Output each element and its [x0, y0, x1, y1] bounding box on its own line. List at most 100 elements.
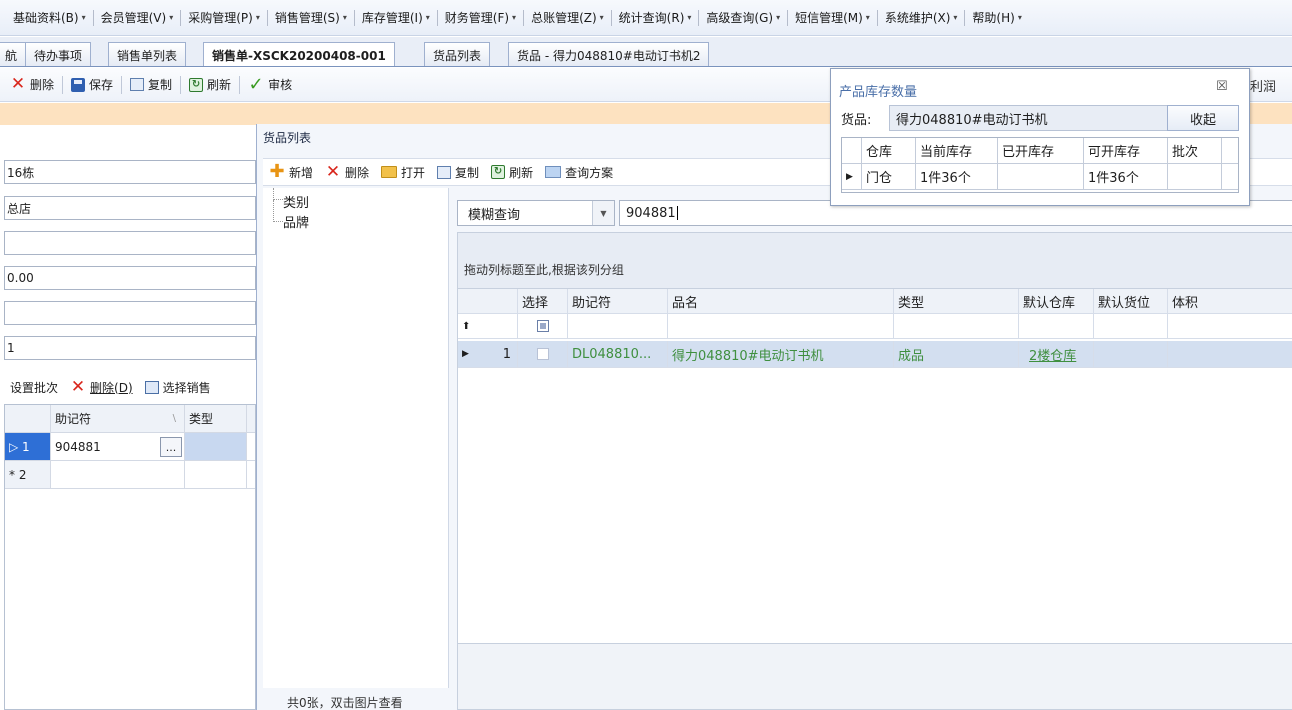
field-building[interactable]: 16栋 [4, 160, 256, 184]
field-store[interactable]: 总店 [4, 196, 256, 220]
filter-name[interactable] [668, 314, 894, 338]
refresh-icon: ↻ [189, 77, 204, 92]
select-sale-button[interactable]: 选择销售 [139, 375, 217, 399]
code-cell[interactable]: DL048810... [568, 341, 668, 367]
table-row[interactable]: * 2 [5, 461, 255, 489]
menu-inventory[interactable]: 库存管理(I) ▾ [357, 9, 435, 26]
checkbox[interactable] [536, 320, 549, 332]
button-label: 保存 [89, 78, 114, 92]
goods-refresh-button[interactable]: ↻ 刷新 [485, 160, 539, 184]
warehouse-cell: 门仓 [862, 164, 916, 189]
column-header-type[interactable]: 类型 [185, 405, 247, 432]
menu-ledger[interactable]: 总账管理(Z) ▾ [526, 9, 609, 26]
chevron-down-icon: ▾ [81, 13, 86, 22]
tree-item-category[interactable]: 类别 [283, 192, 309, 211]
chevron-down-icon[interactable]: ▼ [592, 201, 614, 225]
column-header-select[interactable]: 选择 [518, 289, 568, 313]
menu-advanced-query[interactable]: 高级查询(G) ▾ [701, 9, 785, 26]
query-plan-button[interactable]: 查询方案 [539, 160, 619, 184]
select-checkbox-cell[interactable] [518, 341, 568, 367]
menu-sales[interactable]: 销售管理(S) ▾ [270, 9, 352, 26]
row-indicator: * 2 [5, 461, 51, 488]
filter-location[interactable] [1094, 314, 1168, 338]
tab-navigation[interactable]: 航 [0, 42, 27, 66]
audit-button[interactable]: ✓ 审核 [242, 73, 298, 97]
tab-goods-detail[interactable]: 货品 - 得力048810#电动订书机2 [508, 42, 710, 66]
collapse-button[interactable]: 收起 [1167, 105, 1239, 131]
cell-value: 904881 [55, 439, 101, 454]
goods-copy-button[interactable]: 复制 [431, 160, 485, 184]
menu-basic-data[interactable]: 基础资料(B) ▾ [8, 9, 91, 26]
tab-todo[interactable]: 待办事项 [25, 42, 92, 66]
code-cell[interactable] [51, 461, 185, 488]
select-icon [144, 380, 159, 394]
goods-grid: 拖动列标题至此,根据该列分组 选择 助记符 品名 类型 默认仓库 默认货位 体积… [457, 232, 1292, 710]
type-cell[interactable]: 成品 [894, 341, 1019, 367]
menu-statistics[interactable]: 统计查询(R) ▾ [614, 9, 697, 26]
type-cell[interactable] [185, 433, 247, 460]
filter-warehouse[interactable] [1019, 314, 1094, 338]
checkbox[interactable] [536, 348, 549, 360]
tab-label: 销售单列表 [117, 48, 178, 63]
search-mode-select[interactable]: 模糊查询 ▼ [457, 200, 615, 226]
table-row[interactable]: ▶ 1 DL048810... 得力048810#电动订书机 成品 2楼仓库 [458, 341, 1292, 368]
column-header-code[interactable]: 助记符 [568, 289, 668, 313]
field-amount[interactable]: 0.00 [4, 266, 256, 290]
menu-member[interactable]: 会员管理(V) ▾ [96, 9, 179, 26]
field-quantity[interactable]: 1 [4, 336, 256, 360]
warehouse-link[interactable]: 2楼仓库 [1019, 341, 1094, 367]
menu-label: 销售管理(S) [274, 11, 340, 25]
filter-code[interactable] [568, 314, 668, 338]
refresh-button[interactable]: ↻ 刷新 [183, 73, 237, 97]
field-empty-2[interactable] [4, 301, 256, 325]
table-row[interactable]: ▷ 1 904881... [5, 433, 255, 461]
delete-button[interactable]: ✕ 删除 [4, 73, 60, 97]
menu-system[interactable]: 系统维护(X) ▾ [880, 9, 963, 26]
column-header-volume[interactable]: 体积 [1168, 289, 1292, 313]
select-all-checkbox-cell[interactable] [518, 314, 568, 338]
group-panel[interactable]: 拖动列标题至此,根据该列分组 [458, 233, 1292, 289]
close-icon[interactable]: ☒ [1216, 79, 1228, 94]
name-cell[interactable]: 得力048810#电动订书机 [668, 341, 894, 367]
profit-button[interactable]: 利润 [1250, 76, 1276, 95]
set-batch-button[interactable]: 设置批次 [4, 375, 64, 399]
column-header-location[interactable]: 默认货位 [1094, 289, 1168, 313]
ellipsis-button[interactable]: ... [160, 437, 182, 457]
column-header-warehouse[interactable]: 默认仓库 [1019, 289, 1094, 313]
column-header-code[interactable]: 助记符 \ [51, 405, 185, 432]
menu-help[interactable]: 帮助(H) ▾ [967, 9, 1026, 26]
field-empty-1[interactable] [4, 231, 256, 255]
tree-item-brand[interactable]: 品牌 [283, 212, 309, 231]
folder-icon [381, 166, 398, 178]
copy-button[interactable]: 复制 [124, 73, 178, 97]
column-header-batch[interactable]: 批次 [1168, 138, 1222, 163]
column-header-warehouse[interactable]: 仓库 [862, 138, 916, 163]
batch-delete-button[interactable]: ✕ 删除(D) [64, 375, 139, 399]
table-row[interactable]: ▶ 门仓 1件36个 1件36个 [842, 164, 1238, 190]
column-header-available[interactable]: 可开库存 [1084, 138, 1168, 163]
volume-cell[interactable] [1168, 341, 1292, 367]
add-button[interactable]: ✚ 新增 [263, 160, 319, 184]
x-icon: ✕ [325, 161, 341, 182]
column-header-name[interactable]: 品名 [668, 289, 894, 313]
tab-goods-list[interactable]: 货品列表 [424, 42, 491, 66]
type-cell[interactable] [185, 461, 247, 488]
column-header-type[interactable]: 类型 [894, 289, 1019, 313]
open-button[interactable]: 打开 [375, 160, 431, 184]
column-header-current[interactable]: 当前库存 [916, 138, 998, 163]
location-cell[interactable] [1094, 341, 1168, 367]
tab-sales-order-list[interactable]: 销售单列表 [108, 42, 187, 66]
menu-label: 基础资料(B) [13, 11, 79, 25]
toolbar-separator [62, 75, 64, 94]
save-button[interactable]: 保存 [65, 73, 119, 97]
menu-separator [787, 9, 789, 26]
tab-sales-order[interactable]: 销售单-XSCK20200408-001 [203, 42, 395, 66]
column-header-opened[interactable]: 已开库存 [998, 138, 1084, 163]
goods-delete-button[interactable]: ✕ 删除 [319, 160, 375, 184]
menu-finance[interactable]: 财务管理(F) ▾ [440, 9, 521, 26]
menu-purchase[interactable]: 采购管理(P) ▾ [183, 9, 265, 26]
filter-volume[interactable] [1168, 314, 1292, 338]
menu-sms[interactable]: 短信管理(M) ▾ [790, 9, 875, 26]
code-cell[interactable]: 904881... [51, 433, 185, 460]
filter-type[interactable] [894, 314, 1019, 338]
